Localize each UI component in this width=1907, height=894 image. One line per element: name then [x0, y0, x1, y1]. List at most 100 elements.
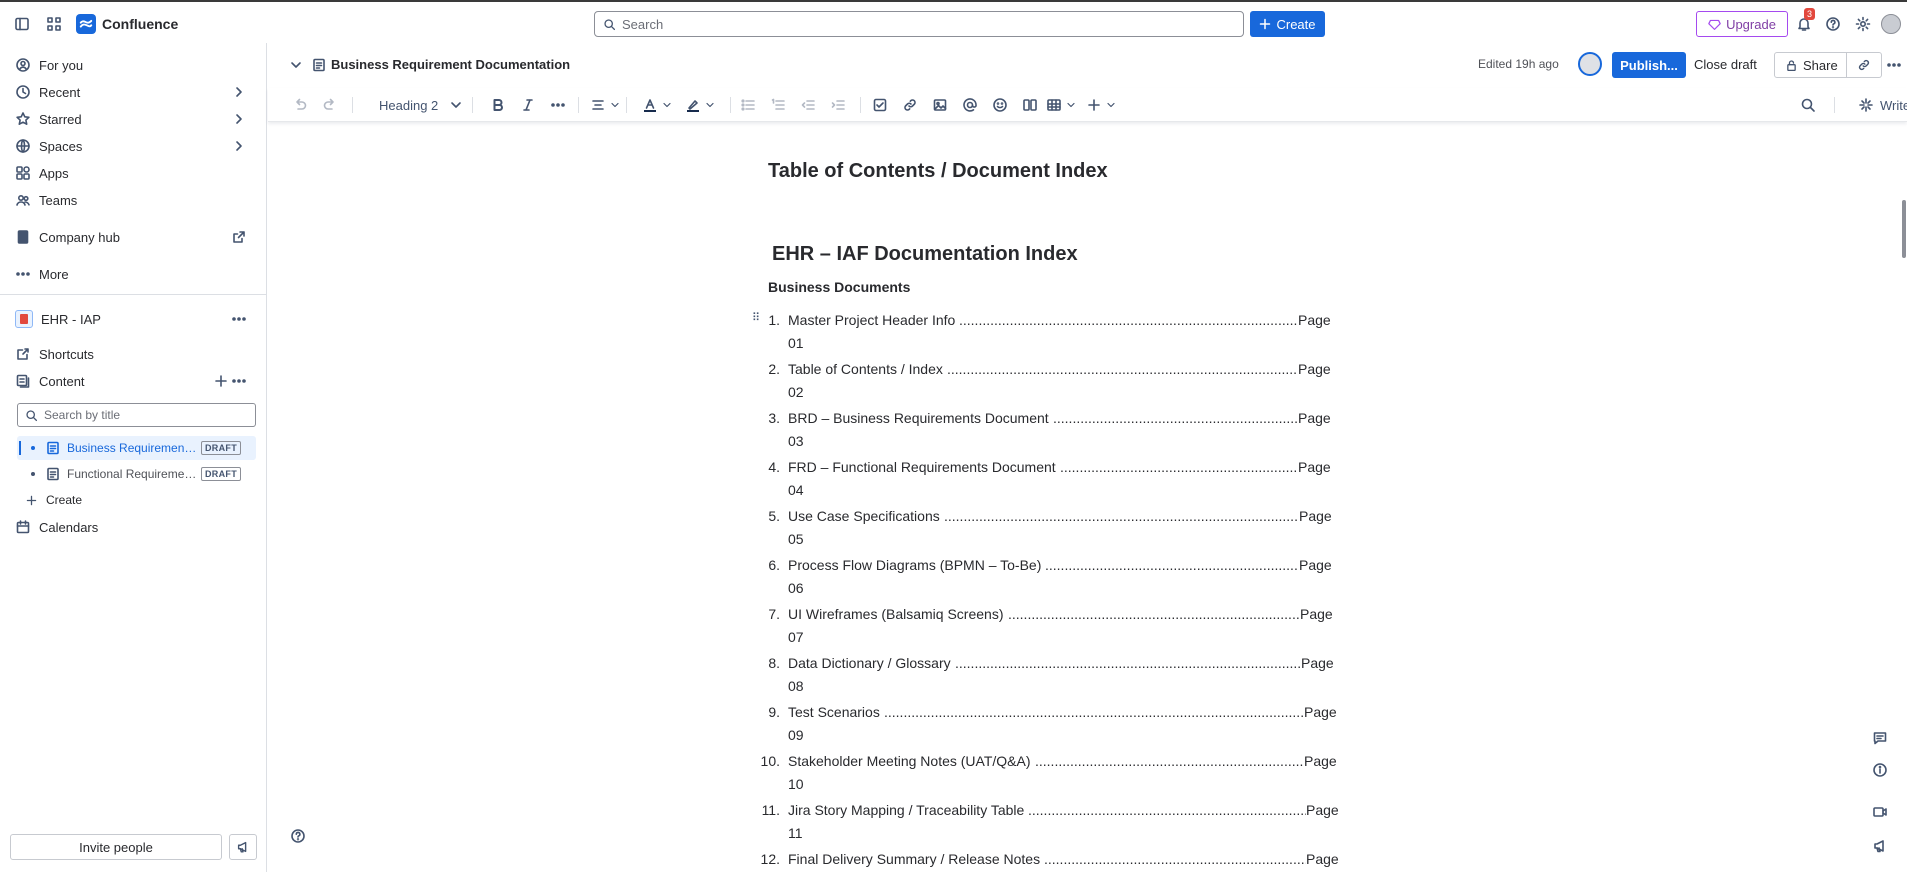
tree-item-business-requirement[interactable]: Business Requirement Documentation DRAFT [17, 436, 256, 460]
feedback-megaphone-icon[interactable] [1870, 836, 1890, 856]
bold-icon[interactable] [490, 97, 506, 113]
create-label: Create [46, 493, 83, 507]
upgrade-button[interactable]: Upgrade [1696, 11, 1788, 37]
toc-dot-leader: ........................................… [955, 655, 1301, 671]
table-icon [1047, 99, 1061, 111]
star-icon [16, 112, 30, 125]
toc-page-number: 01 [788, 335, 804, 351]
sidebar-toggle-icon[interactable] [12, 14, 32, 34]
more-dots-icon[interactable] [231, 311, 247, 327]
alignment-dropdown[interactable] [590, 97, 621, 113]
feedback-button[interactable] [229, 834, 257, 860]
insert-more-dropdown[interactable] [1086, 97, 1117, 113]
help-icon[interactable] [290, 828, 308, 846]
create-button[interactable]: Create [1250, 11, 1325, 37]
italic-icon[interactable] [520, 97, 536, 113]
text-style-dropdown[interactable]: Heading 2 [379, 97, 464, 113]
calendar-icon [16, 520, 30, 534]
scrollbar[interactable] [1902, 200, 1906, 258]
more-actions-icon[interactable] [1886, 57, 1902, 73]
video-icon[interactable] [1870, 802, 1890, 822]
sidebar-item-content[interactable]: Content [0, 368, 267, 394]
sidebar-item-label: Apps [39, 165, 69, 181]
toc-entry-number: 2. [768, 361, 780, 377]
sidebar-item-apps[interactable]: Apps [0, 160, 267, 186]
sidebar-item-teams[interactable]: Teams [0, 187, 267, 213]
share-button[interactable]: Share [1775, 53, 1847, 77]
info-icon[interactable] [1870, 760, 1890, 780]
global-search-input[interactable]: Search [594, 11, 1244, 37]
sidebar-item-company-hub[interactable]: Company hub [0, 224, 267, 250]
sidebar-item-label: Calendars [39, 519, 99, 535]
search-placeholder: Search by title [44, 408, 121, 422]
toc-page-word: Page [1300, 606, 1333, 622]
ai-write-button[interactable]: Write [1858, 97, 1907, 113]
collapse-chevron-down-icon[interactable] [288, 57, 304, 73]
task-checkbox-icon[interactable] [872, 97, 888, 113]
close-draft-button[interactable]: Close draft [1694, 57, 1757, 72]
more-formatting-icon[interactable] [550, 97, 566, 113]
search-placeholder: Search [622, 16, 664, 32]
toc-entry-title: Master Project Header Info [788, 312, 956, 328]
comments-icon[interactable] [1870, 728, 1890, 748]
page-icon [47, 441, 59, 455]
link-icon[interactable] [902, 97, 918, 113]
copy-link-button[interactable] [1847, 53, 1881, 77]
highlight-dropdown[interactable] [685, 97, 716, 113]
confluence-logo[interactable]: Confluence [76, 14, 178, 34]
toc-dot-leader: ........................................… [1035, 753, 1304, 769]
toc-page-number: 07 [788, 629, 804, 645]
sidebar-item-calendars[interactable]: Calendars [0, 514, 267, 540]
numbered-list-icon[interactable] [770, 97, 786, 113]
toc-page-word: Page [1298, 410, 1331, 426]
tree-item-functional-requirement[interactable]: Functional Requirement Documentation DRA… [17, 462, 256, 486]
add-content-plus-icon[interactable] [213, 373, 229, 389]
toc-entry-number: 12. [760, 851, 780, 867]
find-replace-icon[interactable] [1800, 97, 1816, 113]
redo-icon[interactable] [322, 97, 338, 113]
outdent-icon[interactable] [800, 97, 816, 113]
heading-business-documents: Business Documents [768, 279, 911, 295]
app-switcher-icon[interactable] [44, 14, 64, 34]
sidebar-item-more[interactable]: More [0, 261, 267, 287]
toc-entry-title: UI Wireframes (Balsamiq Screens) [788, 606, 1004, 622]
toc-entry-title: Process Flow Diagrams (BPMN – To-Be) [788, 557, 1042, 573]
toc-page-number: 10 [788, 776, 804, 792]
space-header[interactable]: EHR - IAP [0, 306, 267, 332]
profile-avatar[interactable] [1881, 14, 1901, 34]
toc-dot-leader: ........................................… [959, 312, 1298, 328]
tree-create-button[interactable]: Create [0, 487, 267, 513]
page-icon [311, 57, 327, 73]
toc-page-number: 04 [788, 482, 804, 498]
sidebar-item-shortcuts[interactable]: Shortcuts [0, 341, 267, 367]
invite-people-button[interactable]: Invite people [10, 834, 222, 860]
mention-icon[interactable] [962, 97, 978, 113]
toc-entry-title: FRD – Functional Requirements Document [788, 459, 1056, 475]
more-dots-icon[interactable] [231, 373, 247, 389]
indent-icon[interactable] [830, 97, 846, 113]
layout-columns-icon[interactable] [1022, 97, 1038, 113]
sidebar-item-recent[interactable]: Recent [0, 79, 267, 105]
search-by-title-input[interactable]: Search by title [17, 403, 256, 427]
selected-indicator [19, 441, 21, 455]
collaborator-avatar[interactable] [1578, 52, 1602, 76]
text-color-dropdown[interactable] [642, 97, 673, 113]
publish-button[interactable]: Publish... [1612, 52, 1686, 78]
toc-entry: 2. Table of Contents / Index.............… [748, 358, 1348, 404]
undo-icon[interactable] [292, 97, 308, 113]
sidebar-item-for-you[interactable]: For you [0, 52, 267, 78]
table-dropdown[interactable] [1046, 97, 1077, 113]
emoji-icon[interactable] [992, 97, 1008, 113]
toc-entry-number: 7. [768, 606, 780, 622]
write-label: Write [1880, 97, 1907, 113]
settings-gear-icon[interactable] [1853, 14, 1873, 34]
top-navigation-bar: Confluence Search Create Upgrade 3 [0, 0, 1907, 43]
help-icon[interactable] [1823, 14, 1843, 34]
sidebar-item-spaces[interactable]: Spaces [0, 133, 267, 159]
bullet-list-icon[interactable] [740, 97, 756, 113]
image-icon[interactable] [932, 97, 948, 113]
sidebar-item-starred[interactable]: Starred [0, 106, 267, 132]
document-body[interactable]: Table of Contents / Document Index EHR –… [700, 122, 1460, 872]
tree-bullet [31, 472, 35, 476]
text-style-label: Heading 2 [379, 97, 439, 113]
